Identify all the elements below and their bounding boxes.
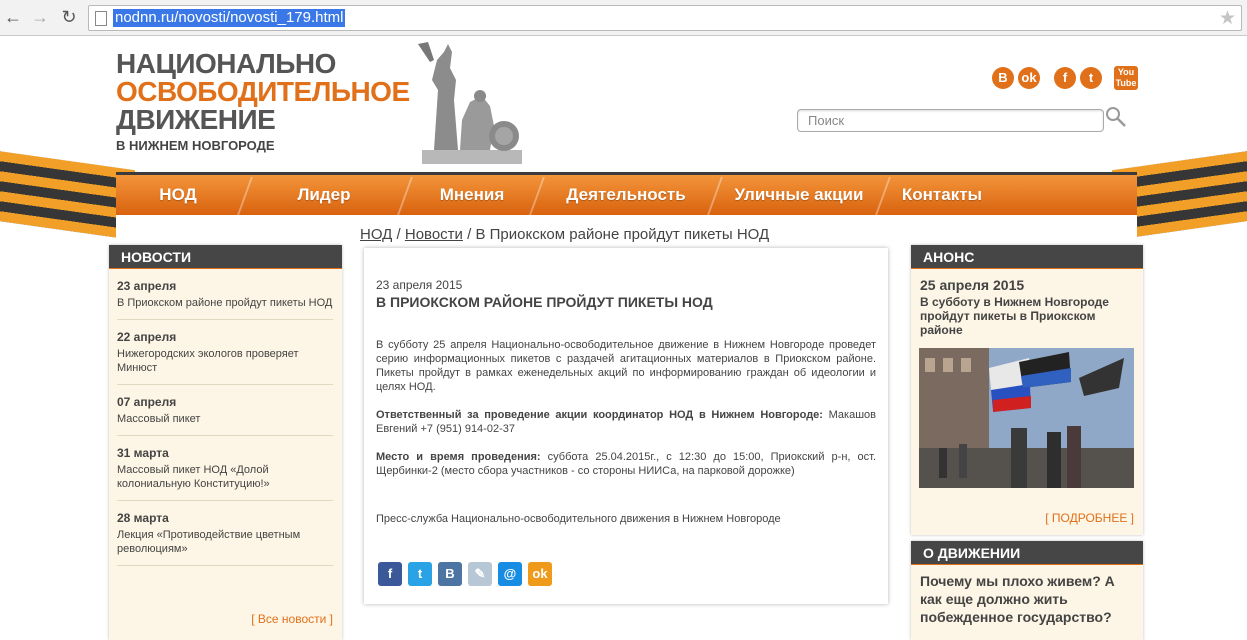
news-item[interactable]: 07 апреля Массовый пикет: [117, 385, 333, 436]
article-title: В ПРИОКСКОМ РАЙОНЕ ПРОЙДУТ ПИКЕТЫ НОД: [376, 294, 713, 310]
site-logo[interactable]: НАЦИОНАЛЬНО ОСВОБОДИТЕЛЬНОЕ ДВИЖЕНИЕ В Н…: [116, 48, 410, 154]
nav-item-contacts[interactable]: Контакты: [882, 175, 1002, 215]
monument-image: [418, 42, 522, 164]
news-item[interactable]: 31 марта Массовый пикет НОД «Долой колон…: [117, 436, 333, 501]
odnoklassniki-icon[interactable]: ok: [1018, 67, 1040, 89]
news-item-date: 07 апреля: [117, 395, 177, 409]
news-item[interactable]: 23 апреля В Приокском районе пройдут пик…: [117, 269, 333, 320]
search-icon[interactable]: [1105, 106, 1127, 128]
social-links: В ok f t You Tube: [992, 66, 1138, 90]
nav-item-activity[interactable]: Деятельность: [536, 175, 716, 215]
article-paragraph: В субботу 25 апреля Национально-освободи…: [376, 339, 876, 393]
news-item-title[interactable]: В Приокском районе пройдут пикеты НОД: [117, 296, 333, 310]
logo-line-4: В НИЖНЕМ НОВГОРОДЕ: [116, 138, 275, 153]
news-item-date: 31 марта: [117, 446, 169, 460]
article-paragraph: Место и время проведения: суббота 25.04.…: [376, 450, 876, 478]
nav-item-nod[interactable]: НОД: [116, 175, 240, 215]
mailru-share-icon[interactable]: @: [498, 562, 522, 586]
nav-item-street-actions[interactable]: Уличные акции: [716, 175, 882, 215]
news-sidebar: НОВОСТИ 23 апреля В Приокском районе про…: [109, 245, 342, 640]
back-arrow-icon[interactable]: ←: [2, 6, 24, 28]
article-date: 23 апреля 2015: [376, 278, 463, 292]
ribbon-left-decoration: [0, 149, 135, 241]
news-item[interactable]: 22 апреля Нижегородских экологов проверя…: [117, 320, 333, 385]
announce-more-link[interactable]: [ ПОДРОБНЕЕ ]: [1045, 511, 1134, 525]
url-text[interactable]: nodnn.ru/novosti/novosti_179.html: [113, 9, 346, 27]
page: НАЦИОНАЛЬНО ОСВОБОДИТЕЛЬНОЕ ДВИЖЕНИЕ В Н…: [0, 36, 1247, 640]
breadcrumb-home-link[interactable]: НОД: [360, 226, 392, 243]
logo-line-3: ДВИЖЕНИЕ: [116, 104, 276, 135]
news-item-date: 28 марта: [117, 511, 169, 525]
announce-title: АНОНС: [911, 245, 1143, 269]
twitter-share-icon[interactable]: t: [408, 562, 432, 586]
announce-photo[interactable]: [919, 348, 1134, 488]
forward-arrow-icon[interactable]: →: [29, 6, 51, 28]
article-paragraph: Ответственный за проведение акции коорди…: [376, 408, 876, 436]
odnoklassniki-share-icon[interactable]: ok: [528, 562, 552, 586]
news-item-title[interactable]: Лекция «Противодействие цветным революци…: [117, 528, 333, 556]
bookmark-star-icon[interactable]: ★: [1219, 7, 1236, 30]
facebook-icon[interactable]: f: [1054, 67, 1076, 89]
breadcrumb-separator: /: [467, 226, 472, 243]
news-item[interactable]: 28 марта Лекция «Противодействие цветным…: [117, 501, 333, 566]
news-item-title[interactable]: Нижегородских экологов проверяет Минюст: [117, 347, 333, 375]
youtube-icon[interactable]: You Tube: [1114, 66, 1138, 90]
announce-text[interactable]: В субботу в Нижнем Новгороде пройдут пик…: [920, 295, 1134, 337]
page-icon: [95, 11, 107, 26]
nav-item-leader[interactable]: Лидер: [240, 175, 408, 215]
place-time-label: Место и время проведения:: [376, 451, 541, 463]
breadcrumb-separator: /: [396, 226, 401, 243]
breadcrumb-current: В Приокском районе пройдут пикеты НОД: [475, 226, 770, 243]
main-nav: НОД Лидер Мнения Деятельность Уличные ак…: [116, 172, 1137, 215]
responsible-label: Ответственный за проведение акции коорди…: [376, 409, 823, 421]
announce-date: 25 апреля 2015: [920, 277, 1025, 293]
about-link[interactable]: Почему мы плохо живем? А как еще должно …: [920, 572, 1134, 626]
article: 23 апреля 2015 В ПРИОКСКОМ РАЙОНЕ ПРОЙДУ…: [364, 248, 888, 604]
breadcrumb: НОД / Новости / В Приокском районе пройд…: [360, 226, 769, 243]
livejournal-share-icon[interactable]: ✎: [468, 562, 492, 586]
logo-line-2: ОСВОБОДИТЕЛЬНОЕ: [116, 76, 410, 107]
news-item-date: 23 апреля: [117, 279, 177, 293]
vk-share-icon[interactable]: B: [438, 562, 462, 586]
twitter-icon[interactable]: t: [1080, 67, 1102, 89]
press-service-signature: Пресс-служба Национально-освободительног…: [376, 513, 781, 525]
share-buttons: f t B ✎ @ ok: [378, 562, 552, 586]
breadcrumb-news-link[interactable]: Новости: [405, 226, 463, 243]
vk-icon[interactable]: В: [992, 67, 1014, 89]
facebook-share-icon[interactable]: f: [378, 562, 402, 586]
about-title: О ДВИЖЕНИИ: [911, 541, 1143, 565]
logo-line-1: НАЦИОНАЛЬНО: [116, 48, 336, 79]
about-sidebar: О ДВИЖЕНИИ Почему мы плохо живем? А как …: [911, 541, 1143, 640]
announce-sidebar: АНОНС 25 апреля 2015 В субботу в Нижнем …: [911, 245, 1143, 535]
news-item-title[interactable]: Массовый пикет НОД «Долой колониальную К…: [117, 463, 333, 491]
browser-toolbar: ← → ↻ nodnn.ru/novosti/novosti_179.html …: [0, 0, 1247, 36]
news-item-title[interactable]: Массовый пикет: [117, 412, 333, 426]
news-sidebar-title: НОВОСТИ: [109, 245, 342, 269]
news-item-date: 22 апреля: [117, 330, 177, 344]
address-bar[interactable]: nodnn.ru/novosti/novosti_179.html ★: [88, 5, 1242, 31]
reload-icon[interactable]: ↻: [58, 6, 80, 28]
all-news-link[interactable]: [ Все новости ]: [251, 612, 333, 626]
search-input[interactable]: Поиск: [797, 109, 1104, 132]
nav-item-opinions[interactable]: Мнения: [408, 175, 536, 215]
